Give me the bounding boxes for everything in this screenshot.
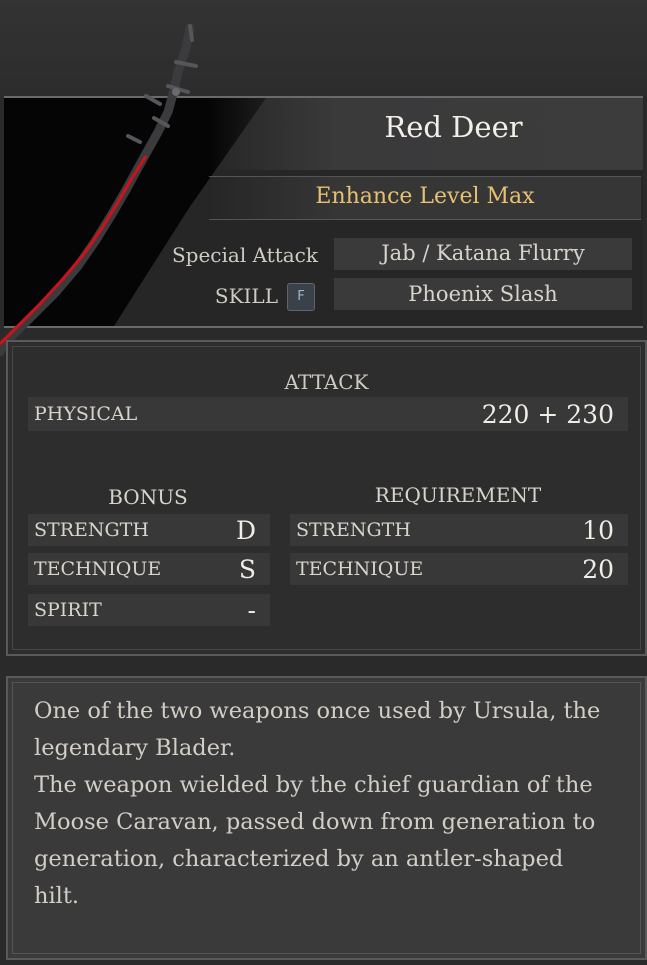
- requirement-header: REQUIREMENT: [374, 483, 542, 507]
- stats-panel: ATTACK PHYSICAL 220 + 230 BONUS REQUIREM…: [6, 340, 647, 656]
- requirement-value: 10: [582, 516, 614, 545]
- description-panel: One of the two weapons once used by Ursu…: [6, 676, 647, 960]
- requirement-row-technique: TECHNIQUE 20: [290, 553, 628, 585]
- item-name: Red Deer: [384, 110, 523, 144]
- bonus-label: SPIRIT: [34, 599, 102, 621]
- bonus-row-strength: STRENGTH D: [28, 514, 270, 546]
- description-line: legendary Blader.: [34, 735, 236, 761]
- physical-value: 220 + 230: [481, 400, 614, 429]
- bonus-label: TECHNIQUE: [34, 558, 162, 580]
- bonus-label: STRENGTH: [34, 519, 149, 541]
- description-line: generation, characterized by an antler-s…: [34, 846, 564, 872]
- enhance-level: Enhance Level Max: [315, 184, 535, 209]
- bonus-header: BONUS: [108, 485, 188, 509]
- description-line: Moose Caravan, passed down from generati…: [34, 809, 596, 835]
- bonus-grade: S: [238, 555, 256, 584]
- physical-attack-row: PHYSICAL 220 + 230: [28, 397, 628, 431]
- bonus-row-technique: TECHNIQUE S: [28, 553, 270, 585]
- description-line: One of the two weapons once used by Ursu…: [34, 698, 601, 724]
- bonus-grade: -: [247, 596, 256, 625]
- physical-label: PHYSICAL: [34, 403, 138, 425]
- requirement-label: STRENGTH: [296, 519, 411, 541]
- bonus-grade: D: [235, 516, 256, 545]
- attack-header: ATTACK: [284, 370, 369, 394]
- keyboard-f-icon: F: [287, 283, 315, 311]
- bonus-row-spirit: SPIRIT -: [28, 594, 270, 626]
- requirement-label: TECHNIQUE: [296, 558, 424, 580]
- special-attack-value: Jab / Katana Flurry: [334, 238, 632, 270]
- requirement-value: 20: [582, 555, 614, 584]
- description-line: The weapon wielded by the chief guardian…: [34, 772, 593, 798]
- description-line: hilt.: [34, 883, 80, 909]
- skill-value: Phoenix Slash: [334, 278, 632, 310]
- requirement-row-strength: STRENGTH 10: [290, 514, 628, 546]
- katana-icon: [0, 23, 198, 357]
